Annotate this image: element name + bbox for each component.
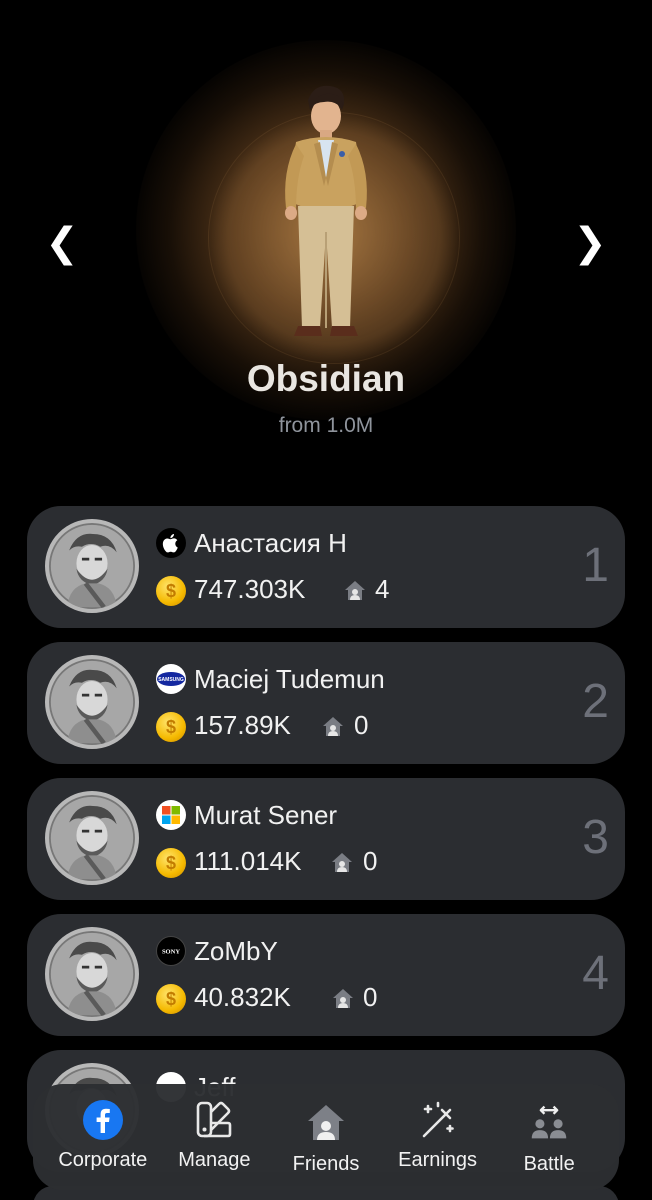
- house-friends-icon: [306, 1102, 346, 1142]
- house-friends-icon: [332, 853, 352, 872]
- avatar: [45, 927, 139, 1021]
- nav-label: Friends: [292, 1153, 360, 1175]
- nav-label: Manage: [178, 1149, 251, 1171]
- facebook-icon: [82, 1100, 123, 1140]
- coin-icon: $: [156, 984, 186, 1014]
- player-name: ZoMbY: [194, 936, 278, 966]
- svg-text:SAMSUNG: SAMSUNG: [158, 677, 184, 683]
- level-title: Obsidian: [246, 358, 406, 399]
- level-threshold: from 1.0M: [278, 414, 374, 437]
- player-coins: 157.89K: [194, 710, 291, 740]
- nav-earnings[interactable]: Earnings: [382, 1084, 494, 1190]
- player-coins: 40.832K: [194, 982, 291, 1012]
- avatar: [45, 791, 139, 885]
- nav-label: Battle: [523, 1153, 575, 1175]
- apple-icon: [156, 528, 186, 558]
- samsung-icon: SAMSUNG: [156, 664, 186, 694]
- nav-manage[interactable]: Manage: [159, 1084, 271, 1190]
- microsoft-icon: [156, 800, 186, 830]
- palette-icon: [194, 1100, 234, 1140]
- character-image: [285, 85, 367, 336]
- house-friends-icon: [345, 581, 365, 600]
- player-rank: 2: [582, 675, 609, 728]
- warrior-avatar-icon: [50, 932, 134, 1017]
- player-friends-count: 0: [354, 710, 369, 740]
- coin-icon: $: [156, 848, 186, 878]
- house-friends-icon: [323, 717, 343, 736]
- leaderboard-row[interactable]: SONY ZoMbY $ 40.832K 0 4: [27, 914, 625, 1036]
- nav-label: Earnings: [398, 1149, 478, 1171]
- previous-level-button[interactable]: ❮: [40, 218, 84, 268]
- next-level-button[interactable]: ❯: [568, 218, 612, 268]
- warrior-avatar-icon: [50, 796, 134, 881]
- coin-icon: $: [156, 576, 186, 606]
- leaderboard-row[interactable]: Murat Sener $ 111.014K 0 3: [27, 778, 625, 900]
- screen: ❮ ❯ Obsidian from 1.0M Анастасия Н $ 747…: [0, 0, 652, 1200]
- player-rank: 1: [582, 539, 609, 592]
- player-name: Анастасия Н: [194, 528, 347, 558]
- sony-icon: SONY: [156, 936, 186, 966]
- nav-corporate[interactable]: Corporate: [47, 1084, 159, 1190]
- nav-friends[interactable]: Friends: [270, 1084, 382, 1190]
- battle-icon: [529, 1102, 569, 1142]
- player-friends-count: 0: [363, 982, 378, 1012]
- nav-label: Corporate: [58, 1149, 148, 1171]
- nav-battle[interactable]: Battle: [493, 1084, 605, 1190]
- player-name: Murat Sener: [194, 800, 338, 830]
- leaderboard-row[interactable]: SAMSUNG Maciej Tudemun $ 157.89K 0 2: [27, 642, 625, 764]
- level-hero: ❮ ❯ Obsidian from 1.0M: [0, 0, 652, 470]
- player-rank: 4: [582, 947, 609, 1000]
- player-friends-count: 0: [363, 846, 378, 876]
- player-name: Maciej Tudemun: [194, 664, 385, 694]
- magic-wand-icon: [418, 1100, 458, 1140]
- house-friends-icon: [333, 989, 353, 1008]
- player-coins: 111.014K: [194, 846, 302, 876]
- warrior-avatar-icon: [50, 660, 134, 745]
- warrior-avatar-icon: [50, 524, 134, 609]
- avatar: [45, 519, 139, 613]
- avatar: [45, 655, 139, 749]
- svg-text:SONY: SONY: [162, 948, 180, 955]
- player-rank: 3: [582, 811, 609, 864]
- bottom-navigation: Corporate Manage Friends Earnings Battle: [33, 1084, 619, 1190]
- leaderboard-row[interactable]: Анастасия Н $ 747.303K 4 1: [27, 506, 625, 628]
- player-coins: 747.303K: [194, 574, 306, 604]
- coin-icon: $: [156, 712, 186, 742]
- player-friends-count: 4: [375, 574, 390, 604]
